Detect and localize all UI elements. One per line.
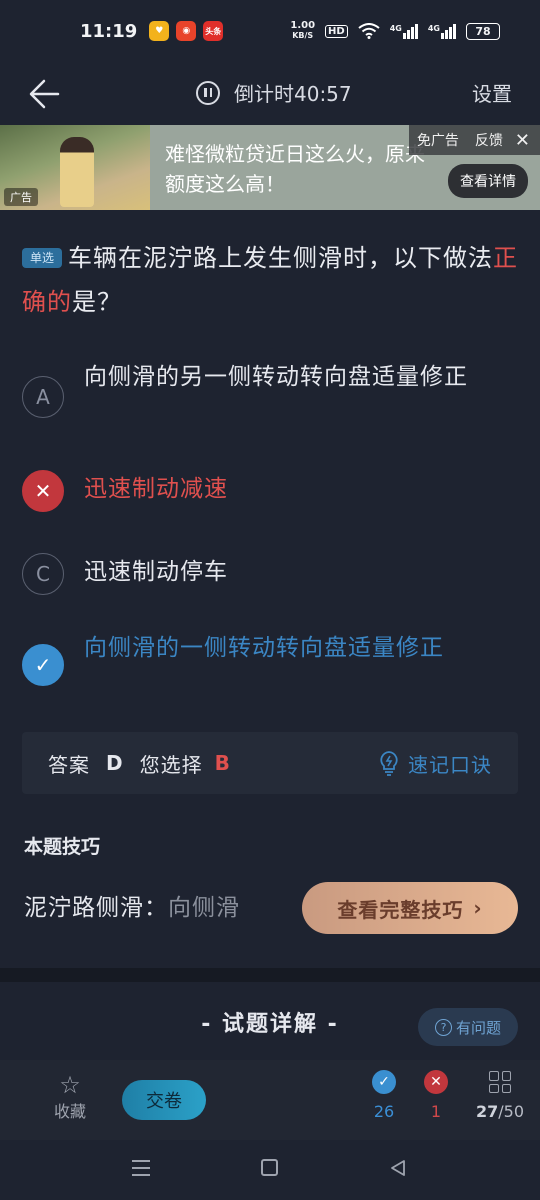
option-text: 迅速制动减速 (84, 476, 228, 502)
weibo-icon: ◉ (176, 21, 197, 41)
no-ads-button[interactable]: 免广告 (409, 130, 467, 150)
tips-preview-faded: 向侧滑 (168, 895, 240, 921)
option-c[interactable]: C 迅速制动停车 (22, 553, 522, 595)
option-a[interactable]: A 向侧滑的另一侧转动转向盘适量修正 (22, 358, 522, 418)
star-icon: ☆ (59, 1071, 81, 1099)
memo-label: 速记口诀 (408, 752, 492, 777)
question-text: 单选 车辆在泥泞路上发生侧滑时，以下做法正确的是？ (22, 236, 522, 324)
option-text: 向侧滑的一侧转动转向盘适量修正 (84, 635, 444, 661)
pause-icon[interactable] (196, 80, 220, 105)
ad-image: 广告 (0, 125, 150, 210)
wifi-icon (358, 23, 380, 39)
bottom-bar: ☆ 收藏 交卷 ✓ 26 ✕ 1 27/50 (0, 1060, 540, 1140)
back-arrow-icon[interactable] (26, 74, 66, 114)
tips-title: 本题技巧 (24, 836, 101, 858)
favorite-button[interactable]: ☆ 收藏 (52, 1072, 88, 1122)
tips-preview-text: 泥泞路侧滑： (24, 895, 168, 921)
status-bar: 11:19 ♥ ◉ 头条 1.00 KB/S HD 4G 4G 78 (0, 0, 540, 62)
net-speed: 1.00 KB/S (290, 21, 315, 41)
home-icon[interactable] (261, 1159, 278, 1176)
system-nav-bar (0, 1140, 540, 1200)
status-time: 11:19 (80, 20, 138, 42)
check-icon: ✓ (22, 644, 64, 686)
question-type-tag: 单选 (22, 248, 63, 268)
correct-count-value: 26 (373, 1102, 395, 1121)
option-marker: C (22, 553, 64, 595)
wrong-count-value: 1 (430, 1102, 442, 1121)
submit-exam-button[interactable]: 交卷 (122, 1080, 206, 1120)
recent-apps-icon[interactable] (132, 1160, 150, 1176)
hd-icon: HD (325, 24, 348, 38)
net-speed-value: 1.00 (290, 20, 316, 31)
wrong-icon: ✕ (22, 470, 64, 512)
question-stem-end: 是？ (72, 288, 122, 316)
progress-label: 27/50 (476, 1102, 524, 1121)
correct-count: ✓ 26 (372, 1070, 396, 1121)
view-full-tips-button[interactable]: 查看完整技巧 › (302, 882, 518, 934)
tips-button-label: 查看完整技巧 (337, 897, 464, 922)
answer-label: 答案 (48, 752, 90, 777)
battery-icon: 78 (466, 22, 500, 40)
option-marker: A (22, 376, 64, 418)
settings-button[interactable]: 设置 (472, 78, 512, 107)
check-icon: ✓ (372, 1070, 396, 1094)
signal-icon-2: 4G (428, 23, 456, 39)
question-mark-icon: ? (434, 1018, 452, 1036)
ad-controls: 免广告 反馈 ✕ (408, 125, 540, 155)
report-question-button[interactable]: ? 有问题 (418, 1008, 518, 1046)
tips-preview: 泥泞路侧滑：向侧滑 (24, 888, 240, 922)
chosen-answer: B (214, 751, 231, 775)
nav-back-icon[interactable] (388, 1158, 408, 1178)
ad-banner[interactable]: 广告 难怪微粒贷近日这么火，原来额度这么高！ 免广告 反馈 ✕ 查看详情 (0, 125, 540, 210)
answer-bar: 答案 D 您选择 B 速记口诀 (22, 732, 518, 794)
option-text: 迅速制动停车 (84, 559, 228, 585)
memo-button[interactable]: 速记口诀 (378, 749, 492, 778)
tmall-icon: ♥ (149, 21, 170, 41)
section-divider (0, 968, 540, 982)
grid-icon (489, 1071, 511, 1093)
favorite-label: 收藏 (53, 1102, 86, 1121)
report-question-label: 有问题 (455, 1018, 501, 1037)
option-text: 向侧滑的另一侧转动转向盘适量修正 (84, 364, 468, 390)
top-bar: 倒计时40:57 设置 (0, 62, 540, 124)
option-d[interactable]: ✓ 向侧滑的一侧转动转向盘适量修正 (22, 629, 522, 686)
chosen-label: 您选择 (139, 752, 203, 777)
ad-tag: 广告 (4, 188, 38, 206)
net-speed-unit: KB/S (292, 31, 314, 40)
timer-label: 倒计时40:57 (234, 82, 352, 106)
ad-text: 难怪微粒贷近日这么火，原来额度这么高！ (165, 142, 425, 196)
chevron-right-icon: › (473, 896, 483, 920)
total-count: /50 (498, 1102, 525, 1121)
toutiao-icon: 头条 (203, 21, 224, 41)
cross-icon: ✕ (424, 1070, 448, 1094)
question-stem: 车辆在泥泞路上发生侧滑时，以下做法 (68, 244, 494, 272)
close-icon[interactable]: ✕ (511, 130, 540, 151)
question-index-button[interactable]: 27/50 (476, 1070, 524, 1121)
feedback-button[interactable]: 反馈 (467, 130, 511, 150)
current-index: 27 (476, 1102, 499, 1121)
option-b[interactable]: ✕ 迅速制动减速 (22, 470, 522, 512)
ad-detail-button[interactable]: 查看详情 (448, 164, 528, 198)
wrong-count: ✕ 1 (424, 1070, 448, 1121)
signal-icon-1: 4G (390, 23, 418, 39)
lightbulb-icon (380, 751, 398, 776)
correct-answer: D (106, 751, 124, 775)
countdown-timer[interactable]: 倒计时40:57 (196, 78, 352, 107)
